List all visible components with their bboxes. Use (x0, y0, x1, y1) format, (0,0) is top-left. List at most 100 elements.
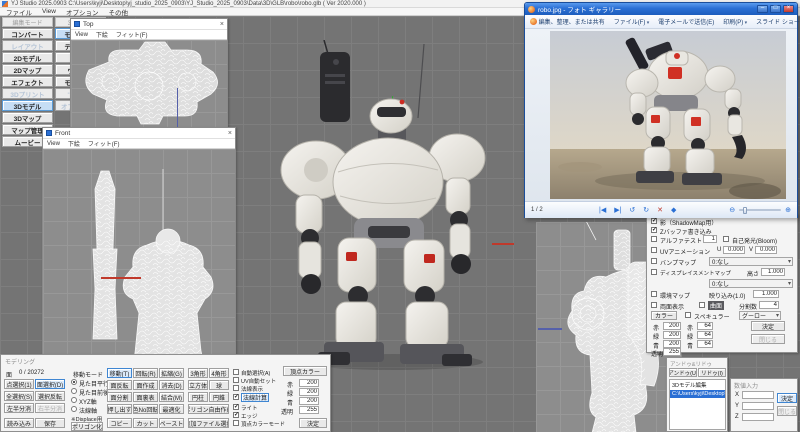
mat-red-1[interactable] (663, 322, 681, 330)
slideshow-button[interactable]: スライド ショー(S) (756, 17, 800, 26)
print-menu-button[interactable]: 印刷(P) (723, 17, 747, 26)
shaded-robot-model[interactable] (228, 40, 498, 370)
curved-checkbox[interactable] (699, 302, 705, 308)
cube-button[interactable]: 立方体 (188, 380, 208, 390)
redo-button[interactable]: リドゥ(I) (698, 368, 726, 377)
invert-selection-button[interactable]: 選択反転 (35, 391, 65, 401)
front-view-close-icon[interactable]: × (228, 130, 232, 137)
face-select-button[interactable]: 面選択(D) (35, 379, 65, 389)
front-view-menu-view[interactable]: View (47, 141, 60, 147)
close-icon[interactable] (783, 5, 794, 13)
vc-red-value[interactable] (299, 379, 319, 387)
move-mode-xyz-radio[interactable] (71, 397, 77, 403)
uv-anim-checkbox[interactable] (651, 247, 657, 253)
normal-calc-button[interactable]: 法線計算 (241, 393, 269, 402)
displacement-select[interactable]: 0:なし (709, 279, 793, 288)
menu-options[interactable]: オプション (66, 7, 99, 17)
top-view-titlebar[interactable]: Top × (71, 19, 227, 30)
extrude-button[interactable]: 押し出す (107, 404, 132, 414)
photo-gallery-titlebar[interactable]: robo.jpg - フォト ギャラリー (525, 3, 797, 15)
email-button[interactable]: 電子メールで送信(E) (658, 17, 714, 26)
normal-calc-checkbox[interactable] (233, 394, 239, 400)
vc-blue-value[interactable] (299, 397, 319, 405)
shading-select[interactable]: グーロー (739, 311, 781, 320)
vc-alpha-value[interactable] (299, 406, 319, 414)
triangle-button[interactable]: 3角形 (188, 368, 208, 378)
rotate-right-icon[interactable]: ↻ (643, 207, 649, 214)
z-input[interactable] (742, 413, 774, 421)
add-file-button[interactable]: 追加ファイル選択 (188, 418, 229, 428)
cone-button[interactable]: 円錐 (209, 392, 229, 402)
scale-button[interactable]: 拡縮(G) (159, 368, 184, 378)
bump-checkbox[interactable] (651, 258, 657, 264)
displacement-checkbox[interactable] (651, 269, 657, 275)
move-mode-parallel-radio[interactable] (71, 379, 77, 385)
curved-label[interactable]: 曲面 (708, 301, 725, 310)
undo-history-list[interactable]: 3Dモデル編集 C:\Users\kyji\Desktop\yj.. (669, 379, 726, 430)
y-input[interactable] (742, 402, 774, 410)
paste-button[interactable]: ペースト (159, 418, 184, 428)
select-all-button[interactable]: 全選択(S) (4, 391, 34, 401)
color-button[interactable]: カラー (651, 311, 677, 320)
mat-alpha[interactable] (663, 348, 681, 356)
double-sided-checkbox[interactable] (651, 302, 657, 308)
maximize-icon[interactable] (770, 5, 781, 13)
undo-history-item-selected[interactable]: C:\Users\kyji\Desktop\yj.. (670, 390, 725, 398)
show-normals-checkbox[interactable] (233, 385, 239, 391)
mat-green-1[interactable] (663, 331, 681, 339)
move-mode-depth-radio[interactable] (71, 388, 77, 394)
rotate-left-icon[interactable]: ↺ (629, 207, 635, 214)
numeric-ok-button[interactable]: 決定 (777, 393, 797, 403)
file-menu-button[interactable]: ファイル(F) (614, 17, 650, 26)
point-select-button[interactable]: 点選択(1) (4, 379, 34, 389)
alpha-test-value[interactable] (703, 235, 717, 243)
load-button[interactable]: 読み込み (4, 418, 34, 428)
optimize-button[interactable]: 最適化 (159, 404, 184, 414)
vc-green-value[interactable] (299, 388, 319, 396)
front-view-titlebar[interactable]: Front × (43, 128, 235, 139)
flip-face-button[interactable]: 面反転 (107, 380, 132, 390)
sidebar-item-3dmodel[interactable]: 3Dモデル (2, 100, 53, 111)
zoom-slider[interactable] (739, 207, 782, 214)
cut-button[interactable]: カット (133, 418, 158, 428)
sidebar-item-2dmap[interactable]: 2Dマップ (2, 64, 53, 75)
u-value[interactable] (723, 246, 745, 254)
delete-photo-icon[interactable]: ✕ (657, 207, 663, 214)
zoom-slider-thumb[interactable] (743, 207, 748, 214)
create-face-button[interactable]: 面作成 (133, 380, 158, 390)
edit-organize-share-button[interactable]: 編集、整理、または共有 (530, 17, 605, 26)
bump-select[interactable]: 0:なし (709, 257, 793, 266)
quad-button[interactable]: 4角形 (209, 368, 229, 378)
minimize-icon[interactable] (757, 5, 768, 13)
spec-blue[interactable] (697, 340, 713, 348)
sphere-button[interactable]: 球 (209, 380, 229, 390)
previous-photo-icon[interactable]: |◀ (599, 207, 606, 214)
v-value[interactable] (755, 246, 777, 254)
menu-file[interactable]: ファイル (6, 7, 32, 17)
undo-button[interactable]: アンドゥ(U) (669, 368, 697, 377)
zoom-out-icon[interactable]: ⊖ (729, 207, 735, 214)
top-view-close-icon[interactable]: × (220, 21, 224, 28)
shadow-checkbox[interactable] (651, 218, 657, 224)
zoom-in-icon[interactable]: ⊕ (785, 207, 791, 214)
mat-blue-1[interactable] (663, 340, 681, 348)
color-rotate-button[interactable]: 色No回転 (133, 404, 158, 414)
polygonize-button[interactable]: ポリゴン化 (71, 422, 103, 431)
sidebar-item-effect[interactable]: エフェクト (2, 76, 53, 87)
zbuffer-checkbox[interactable] (651, 227, 657, 233)
sidebar-item-3dmap[interactable]: 3Dマップ (2, 112, 53, 123)
uv-auto-checkbox[interactable] (233, 377, 239, 383)
display-icon[interactable]: ◆ (671, 207, 676, 214)
alpha-test-checkbox[interactable] (651, 236, 657, 242)
next-photo-icon[interactable]: ▶| (614, 207, 621, 214)
erase-button[interactable]: 消去(D) (159, 380, 184, 390)
spec-green[interactable] (697, 331, 713, 339)
sidebar-item-convert[interactable]: コンバート (2, 28, 53, 39)
x-input[interactable] (742, 391, 774, 399)
vertex-color-ok-button[interactable]: 決定 (299, 418, 327, 428)
top-view-menu-fit[interactable]: フィット(F) (116, 30, 148, 39)
robot-photo[interactable] (550, 31, 786, 199)
join-button[interactable]: 結合(M) (159, 392, 184, 402)
save-button[interactable]: 保存 (35, 418, 65, 428)
cylinder-button[interactable]: 円柱 (188, 392, 208, 402)
